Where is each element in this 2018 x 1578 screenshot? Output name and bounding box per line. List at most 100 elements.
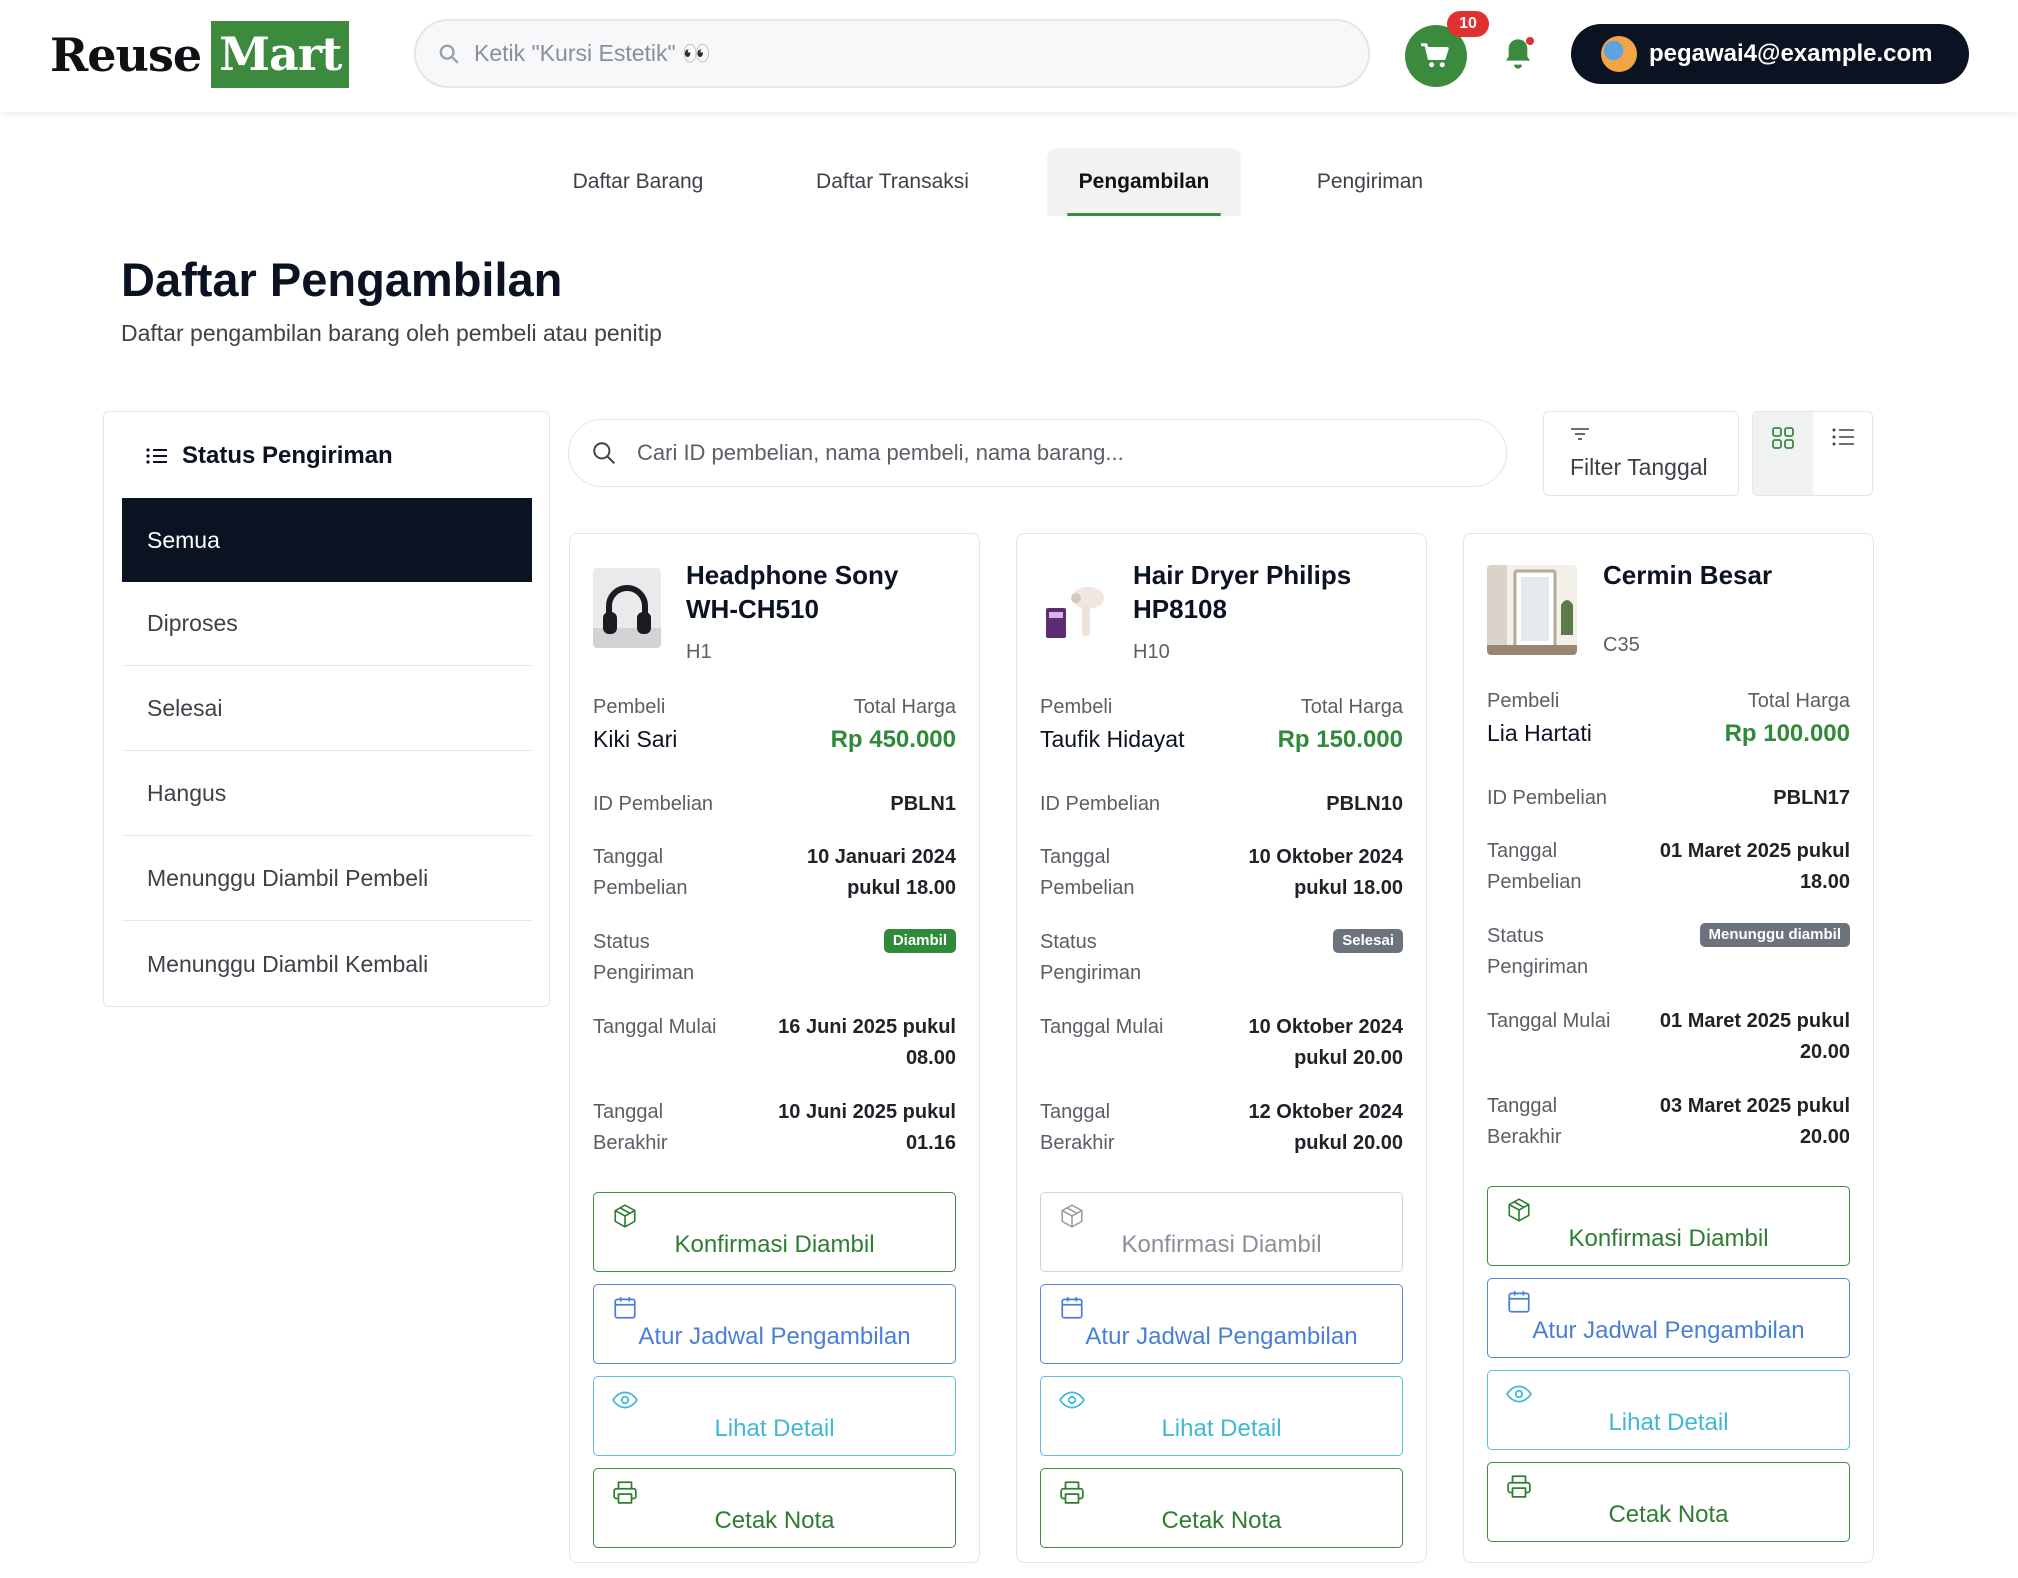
confirm-pickup-button[interactable]: Konfirmasi Diambil [593,1192,956,1272]
printer-icon [1507,1475,1531,1498]
purchase-time: pukul 18.00 [1294,877,1403,899]
logo-text-reuse: Reuse [50,27,202,82]
calendar-icon [614,1297,636,1319]
schedule-pickup-button[interactable]: Atur Jadwal Pengambilan [1040,1284,1403,1364]
top-header: Reuse Mart Ketik "Kursi Estetik" 👀 10 pe… [0,0,2018,112]
purchase-id: PBLN10 [1326,793,1403,815]
print-receipt-label: Cetak Nota [1161,1507,1282,1534]
end-date-label-2: Berakhir [1040,1132,1115,1154]
start-date-label: Tanggal Mulai [593,1016,717,1038]
start-date-label: Tanggal Mulai [1487,1010,1611,1032]
tab-pengambilan[interactable]: Pengambilan [1047,148,1241,216]
tab-daftar-transaksi[interactable]: Daftar Transaksi [790,148,995,216]
print-receipt-button[interactable]: Cetak Nota [1040,1468,1403,1548]
start-date: 01 Maret 2025 pukul [1659,1010,1850,1032]
sidebar-item-semua[interactable]: Semua [122,498,532,582]
purchase-date-label: Tanggal [1040,846,1111,868]
purchase-id-label: ID Pembelian [1040,793,1161,815]
end-date: 10 Juni 2025 pukul [778,1101,956,1123]
pickup-card: Headphone Sony WH-CH510 H1 Pembeli Total … [569,533,980,1563]
sidebar-item-menunggu-diambil-pembeli[interactable]: Menunggu Diambil Pembeli [122,837,532,921]
purchase-id-label: ID Pembelian [1487,787,1608,809]
end-time: pukul 20.00 [1294,1132,1403,1154]
sidebar-item-selesai[interactable]: Selesai [122,667,532,751]
confirm-pickup-label: Konfirmasi Diambil [1121,1231,1322,1258]
buyer-name: Kiki Sari [593,726,678,752]
sidebar-item-hangus[interactable]: Hangus [122,752,532,836]
purchase-date-label-2: Pembelian [593,877,688,899]
purchase-id-label: ID Pembelian [593,793,714,815]
pickup-card: Cermin Besar C35 Pembeli Total Harga Lia … [1463,533,1874,1563]
end-date-label: Tanggal [1040,1101,1111,1123]
user-menu-button[interactable]: pegawai4@example.com [1571,24,1969,84]
view-detail-button[interactable]: Lihat Detail [1487,1370,1850,1450]
pickup-card: Hair Dryer Philips HP8108 H10 Pembeli Tot… [1016,533,1427,1563]
end-date: 12 Oktober 2024 [1248,1101,1403,1123]
confirm-pickup-button[interactable]: Konfirmasi Diambil [1487,1186,1850,1266]
filter-date-button[interactable]: Filter Tanggal [1543,411,1739,496]
print-receipt-button[interactable]: Cetak Nota [593,1468,956,1548]
product-code: C35 [1603,634,1640,656]
buyer-label: Pembeli [593,696,666,718]
purchase-date: 01 Maret 2025 pukul [1659,840,1850,862]
view-detail-label: Lihat Detail [1608,1409,1729,1436]
schedule-pickup-label: Atur Jadwal Pengambilan [638,1323,911,1350]
view-detail-button[interactable]: Lihat Detail [1040,1376,1403,1456]
status-label-2: Pengiriman [1487,956,1589,978]
status-label-2: Pengiriman [1040,962,1142,984]
product-thumbnail [1487,565,1577,655]
sidebar-item-diproses[interactable]: Diproses [122,582,532,666]
buyer-name: Taufik Hidayat [1040,726,1185,752]
schedule-pickup-button[interactable]: Atur Jadwal Pengambilan [1487,1278,1850,1358]
status-badge: Menunggu diambil [1699,923,1850,947]
product-thumbnail [593,568,661,648]
view-detail-button[interactable]: Lihat Detail [593,1376,956,1456]
sidebar-title: Status Pengiriman [182,442,393,469]
end-date-label: Tanggal [593,1101,664,1123]
total-price: Rp 450.000 [830,726,956,753]
sidebar-header: Status Pengiriman [146,442,393,470]
pickup-search-input[interactable]: Cari ID pembelian, nama pembeli, nama ba… [568,419,1507,487]
tab-daftar-barang[interactable]: Daftar Barang [548,148,728,216]
confirm-pickup-label: Konfirmasi Diambil [1568,1225,1769,1252]
global-search-input[interactable]: Ketik "Kursi Estetik" 👀 [414,19,1370,88]
total-price: Rp 150.000 [1277,726,1403,753]
schedule-pickup-label: Atur Jadwal Pengambilan [1532,1317,1805,1344]
page-subtitle: Daftar pengambilan barang oleh pembeli a… [121,320,662,346]
grid-view-button[interactable] [1753,412,1813,495]
sidebar-item-menunggu-diambil-kembali[interactable]: Menunggu Diambil Kembali [122,922,532,1006]
print-receipt-button[interactable]: Cetak Nota [1487,1462,1850,1542]
schedule-pickup-button[interactable]: Atur Jadwal Pengambilan [593,1284,956,1364]
filter-icon [1571,428,1589,440]
tab-pengiriman[interactable]: Pengiriman [1280,148,1460,216]
user-email: pegawai4@example.com [1649,40,1933,67]
total-price: Rp 100.000 [1724,720,1850,747]
end-date-label-2: Berakhir [593,1132,668,1154]
start-time: 20.00 [1799,1041,1850,1063]
box-icon [1508,1198,1530,1222]
list-icon [1832,428,1854,446]
confirm-pickup-button[interactable]: Konfirmasi Diambil [1040,1192,1403,1272]
total-label: Total Harga [853,696,956,718]
purchase-date-label-2: Pembelian [1487,871,1582,893]
view-detail-label: Lihat Detail [1161,1415,1282,1442]
search-icon [593,442,615,464]
reusemart-logo[interactable]: Reuse Mart [50,21,350,88]
status-label-2: Pengiriman [593,962,695,984]
logo-text-mart: Mart [211,21,350,88]
box-icon [614,1204,636,1228]
start-date: 16 Juni 2025 pukul [778,1016,956,1038]
calendar-icon [1508,1291,1530,1313]
view-detail-label: Lihat Detail [714,1415,835,1442]
end-date: 03 Maret 2025 pukul [1659,1095,1850,1117]
purchase-date: 10 Januari 2024 [807,846,956,868]
printer-icon [1060,1481,1084,1504]
buyer-label: Pembeli [1040,696,1113,718]
status-label: Status [1040,931,1097,953]
view-toggle [1752,411,1873,496]
eye-icon [612,1391,638,1409]
product-name: Cermin Besar [1603,560,1773,590]
calendar-icon [1061,1297,1083,1319]
cart-icon [1421,43,1449,68]
buyer-label: Pembeli [1487,690,1560,712]
